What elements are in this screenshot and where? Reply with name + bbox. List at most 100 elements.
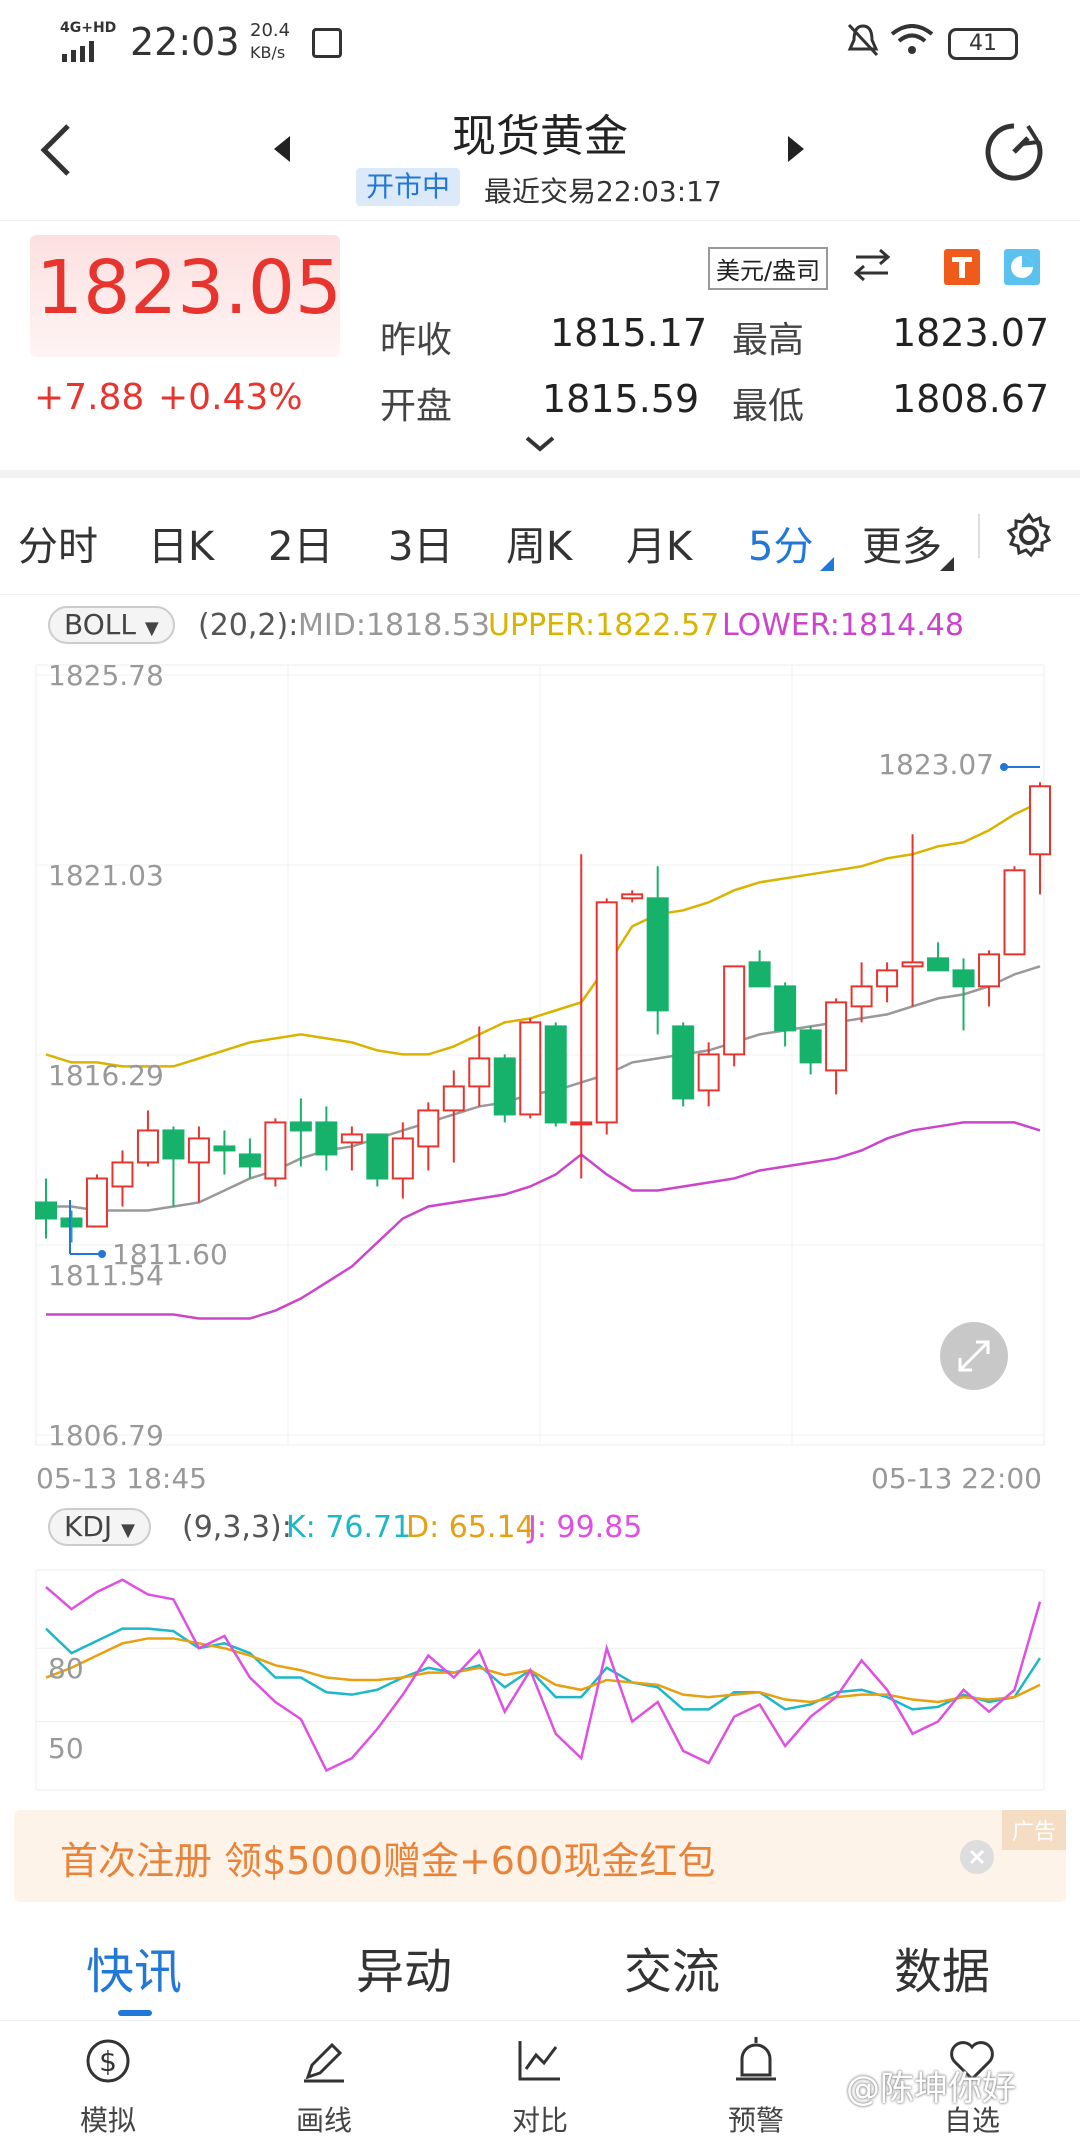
kdj-k-value: K: 76.71 [286,1510,412,1545]
price-change: +7.88 [34,377,145,418]
tab-monthly[interactable]: 月K [626,514,692,572]
dollar-cycle-icon: $ [86,2039,130,2083]
ad-tag: 广告 [1001,1810,1066,1850]
candle-body [111,1161,134,1188]
clock: 22:03 [130,20,240,64]
candle-body [289,1121,312,1132]
candle-body [264,1121,287,1180]
boll-indicator-chip[interactable]: BOLL ▼ [48,606,175,644]
tab-3day[interactable]: 3日 [388,514,453,572]
title-bar: 现货黄金 开市中 最近交易22:03:17 [0,90,1080,220]
candle-body [748,961,771,988]
y-tick-label: 80 [48,1652,84,1685]
candle [60,1210,83,1243]
period-tabs: 分时 日K 2日 3日 周K 月K 5分 更多 [0,470,1080,595]
fullscreen-button[interactable] [940,1322,1008,1390]
tab-community[interactable]: 交流 [624,1932,720,2002]
prev-close-value: 1815.17 [550,311,708,355]
candle-body [697,1053,720,1092]
promo-banner[interactable]: 首次注册 领$5000赠金+600现金红包 广告 [14,1810,1066,1902]
candle [850,962,873,1023]
refresh-icon[interactable] [982,120,1046,188]
candle [187,1126,210,1203]
candle-body [60,1217,83,1228]
candle [238,1138,261,1179]
tab-movers[interactable]: 异动 [356,1932,452,2002]
tab-2day[interactable]: 2日 [268,514,333,572]
candle-body [723,965,746,1056]
watermark: @陈坤你好 [846,2069,1016,2109]
candle [493,1054,516,1123]
tab-weekly[interactable]: 周K [506,514,572,572]
candle-body [901,961,924,968]
status-bar: 4G+HD 22:03 20.4 KB/s 41 [0,0,1080,90]
next-instrument-button[interactable] [786,134,806,168]
candle-body [850,985,873,1008]
draw-line-button[interactable]: 画线 [254,2035,394,2139]
x-end-label: 05-13 22:00 [871,1462,1042,1495]
candle-body [876,969,899,988]
candle-body [417,1109,440,1148]
alert-button[interactable]: 预警 [686,2035,826,2139]
kdj-indicator-chip[interactable]: KDJ ▼ [48,1508,151,1546]
active-tab-indicator [118,2010,152,2016]
candle [1003,866,1026,956]
candle [111,1150,134,1207]
network-speed: 20.4 KB/s [250,20,291,62]
boll-upper-line [45,801,1041,1068]
y-tick-label: 1806.79 [48,1419,164,1452]
candle [162,1126,185,1207]
candle [136,1110,159,1167]
tab-5min[interactable]: 5分 [748,514,813,572]
boll-upper-value: UPPER:1822.57 [488,608,720,643]
kdj-d-value: D: 65.14 [406,1510,535,1545]
candle-body [978,953,1001,988]
candle-body [646,897,669,1012]
candle-body [595,901,618,1124]
y-tick-label: 50 [48,1732,84,1765]
simulate-button[interactable]: $ 模拟 [38,2035,178,2139]
tab-more[interactable]: 更多 [862,514,942,572]
gear-icon[interactable] [1006,512,1052,562]
candle-body [1003,869,1026,956]
signal-icon [62,38,102,62]
candle [672,1022,695,1107]
close-icon[interactable] [960,1840,994,1874]
candlestick-chart[interactable]: 1825.78 1821.03 1816.29 1811.54 1806.79 … [0,640,1080,1500]
candle-body [366,1133,389,1180]
candle-body [213,1145,236,1152]
chevron-down-icon[interactable] [524,435,556,457]
candle-body [927,957,950,972]
kdj-chart[interactable]: 80 50 [0,1560,1080,1800]
pie-chart-icon[interactable] [1004,249,1040,285]
boll-params: (20,2): [198,608,299,643]
tool-icon[interactable] [944,249,980,285]
kdj-j-line [45,1578,1042,1773]
high-label: 最高 [732,320,805,361]
candle [621,890,644,903]
pen-icon [304,2042,344,2083]
candle [799,1026,822,1075]
boll-lower-value: LOWER:1814.48 [722,608,964,643]
unit-selector[interactable]: 美元/盎司 [708,247,829,290]
last-trade-time: 最近交易22:03:17 [484,175,722,208]
tab-daily[interactable]: 日K [148,514,214,572]
tab-intraday[interactable]: 分时 [18,514,98,572]
tab-flash-news[interactable]: 快讯 [86,1932,182,2002]
candle [646,866,669,1035]
candle [417,1102,440,1171]
kdj-params: (9,3,3): [182,1510,292,1545]
chart-compare-icon [518,2041,560,2081]
network-type: 4G+HD [60,20,117,36]
bell-off-icon [846,22,880,62]
screenshot-icon [312,28,342,58]
swap-icon[interactable] [852,247,892,287]
candle-body [519,1021,542,1116]
candle-body [799,1029,822,1064]
boll-mid-line [46,965,1041,1212]
compare-button[interactable]: 对比 [470,2035,610,2139]
tab-data[interactable]: 数据 [894,1932,990,2002]
candle [927,942,950,972]
candle [213,1130,236,1175]
y-tick-label: 1821.03 [48,859,164,892]
